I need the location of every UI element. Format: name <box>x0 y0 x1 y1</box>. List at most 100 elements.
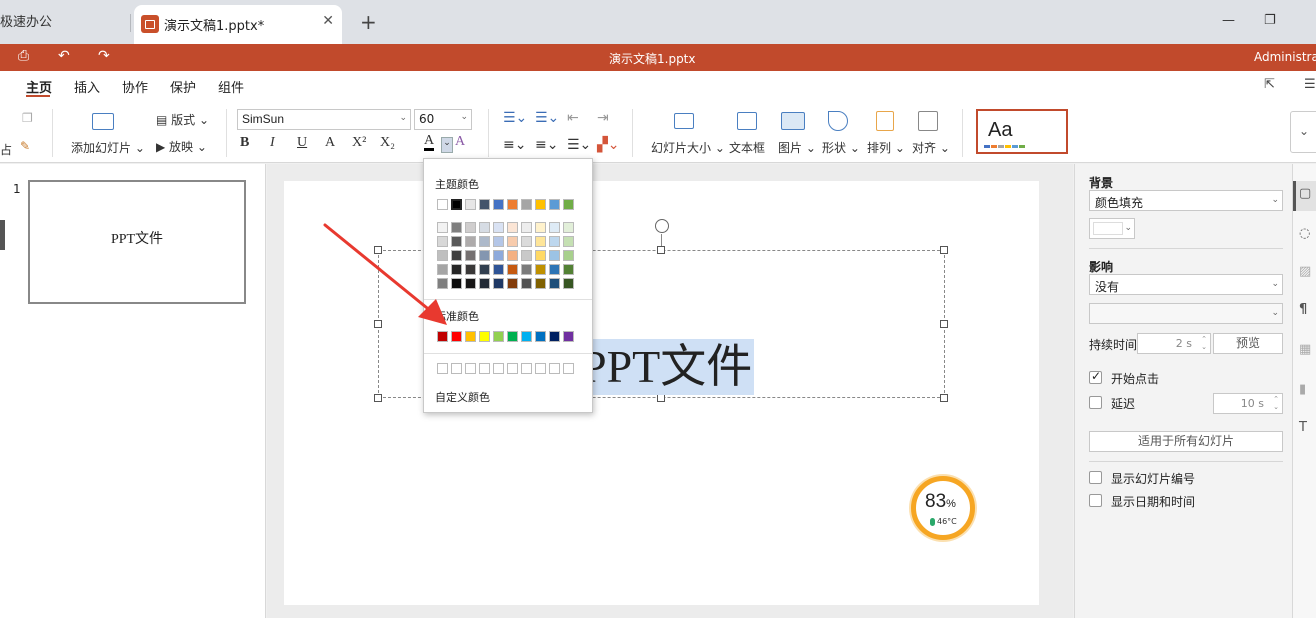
standard-color-swatch[interactable] <box>563 331 574 342</box>
theme-color-swatch[interactable] <box>507 199 518 210</box>
recent-color-swatch[interactable] <box>493 363 504 374</box>
theme-shade-swatch[interactable] <box>563 222 574 233</box>
effect-select[interactable]: 没有 ⌄ <box>1089 274 1283 295</box>
table-settings-icon[interactable]: ▦ <box>1299 342 1311 357</box>
theme-shade-swatch[interactable] <box>437 222 448 233</box>
recent-color-swatch[interactable] <box>437 363 448 374</box>
slide-size-button[interactable]: 幻灯片大小 ⌄ <box>651 139 725 156</box>
performance-gauge[interactable]: 83% 46°C <box>911 476 975 540</box>
standard-color-swatch[interactable] <box>535 331 546 342</box>
theme-color-swatch[interactable] <box>563 199 574 210</box>
menu-tab-protect[interactable]: 保护 <box>170 77 196 96</box>
theme-shade-swatch[interactable] <box>493 250 504 261</box>
theme-shade-swatch[interactable] <box>507 264 518 275</box>
theme-shade-swatch[interactable] <box>479 278 490 289</box>
theme-shade-swatch[interactable] <box>451 236 462 247</box>
theme-shade-swatch[interactable] <box>479 236 490 247</box>
theme-shade-swatch[interactable] <box>521 264 532 275</box>
theme-shade-swatch[interactable] <box>437 250 448 261</box>
theme-shade-swatch[interactable] <box>535 278 546 289</box>
theme-shade-swatch[interactable] <box>493 264 504 275</box>
paste-label[interactable]: 占 <box>0 141 12 158</box>
menu-tab-components[interactable]: 组件 <box>218 77 244 96</box>
background-color-picker[interactable]: ⌄ <box>1089 218 1135 239</box>
theme-shade-swatch[interactable] <box>549 264 560 275</box>
picture-button[interactable]: 图片 ⌄ <box>778 139 816 156</box>
fill-type-select[interactable]: 颜色填充 ⌄ <box>1089 190 1283 211</box>
font-color-icon[interactable]: A <box>424 134 435 151</box>
align-button[interactable]: 对齐 ⌄ <box>912 139 950 156</box>
preview-button[interactable]: 预览 <box>1213 333 1283 354</box>
play-button[interactable]: ▶ 放映 ⌄ <box>156 138 207 155</box>
theme-gallery-expand[interactable]: ⌄ <box>1290 111 1316 153</box>
theme-shade-swatch[interactable] <box>465 222 476 233</box>
theme-shade-swatch[interactable] <box>507 278 518 289</box>
undo-icon[interactable]: ↶ <box>58 48 70 64</box>
theme-shade-swatch[interactable] <box>507 222 518 233</box>
textbox-icon[interactable] <box>737 112 757 130</box>
textbox-button[interactable]: 文本框 <box>729 139 765 156</box>
shape-settings-icon[interactable]: ◌ <box>1299 226 1310 241</box>
theme-color-swatch[interactable] <box>479 199 490 210</box>
recent-color-swatch[interactable] <box>465 363 476 374</box>
theme-shade-swatch[interactable] <box>521 250 532 261</box>
start-on-click-checkbox[interactable] <box>1089 369 1102 384</box>
theme-shade-swatch[interactable] <box>563 278 574 289</box>
font-color-dropdown[interactable]: ⌄ <box>441 137 453 153</box>
theme-shade-swatch[interactable] <box>549 250 560 261</box>
theme-shade-swatch[interactable] <box>507 236 518 247</box>
theme-shade-swatch[interactable] <box>549 236 560 247</box>
theme-shade-swatch[interactable] <box>465 264 476 275</box>
align-text-icon[interactable]: ≡⌄ <box>503 137 526 153</box>
theme-shade-swatch[interactable] <box>563 264 574 275</box>
redo-icon[interactable]: ↷ <box>98 48 110 64</box>
subscript-button[interactable]: X₂ <box>380 135 395 151</box>
bullet-list-icon[interactable]: ☰⌄ <box>503 110 527 126</box>
theme-shade-swatch[interactable] <box>465 236 476 247</box>
numbered-list-icon[interactable]: ☰⌄ <box>535 110 559 126</box>
restore-icon[interactable]: ❐ <box>1264 13 1276 28</box>
arrange-button[interactable]: 排列 ⌄ <box>867 139 905 156</box>
standard-color-swatch[interactable] <box>451 331 462 342</box>
layout-button[interactable]: ▤ 版式 ⌄ <box>156 111 209 128</box>
superscript-button[interactable]: X² <box>352 135 366 151</box>
resize-handle[interactable] <box>657 246 665 254</box>
theme-shade-swatch[interactable] <box>493 236 504 247</box>
theme-shade-swatch[interactable] <box>521 236 532 247</box>
delay-stepper[interactable]: 10 s ⌃ ⌄ <box>1213 393 1283 414</box>
resize-handle[interactable] <box>940 394 948 402</box>
add-slide-icon[interactable] <box>92 113 114 130</box>
theme-shade-swatch[interactable] <box>535 236 546 247</box>
theme-shade-swatch[interactable] <box>563 236 574 247</box>
theme-shade-swatch[interactable] <box>437 236 448 247</box>
theme-shade-swatch[interactable] <box>479 222 490 233</box>
theme-shade-swatch[interactable] <box>507 250 518 261</box>
decrease-indent-icon[interactable]: ⇤ <box>567 110 579 126</box>
rotate-handle-icon[interactable] <box>655 219 669 233</box>
theme-color-swatch[interactable] <box>451 199 462 210</box>
column-icon[interactable]: ▞⌄ <box>597 137 620 153</box>
recent-color-swatch[interactable] <box>563 363 574 374</box>
vertical-align-icon[interactable]: ≡⌄ <box>535 137 558 153</box>
menu-tab-collaborate[interactable]: 协作 <box>122 77 148 96</box>
theme-shade-swatch[interactable] <box>521 222 532 233</box>
theme-shade-swatch[interactable] <box>549 222 560 233</box>
standard-color-swatch[interactable] <box>465 331 476 342</box>
theme-shade-swatch[interactable] <box>451 222 462 233</box>
picture-icon[interactable] <box>781 112 805 130</box>
recent-color-swatch[interactable] <box>507 363 518 374</box>
theme-color-swatch[interactable] <box>493 199 504 210</box>
menu-tab-home[interactable]: 主页 <box>26 77 52 96</box>
font-size-select[interactable]: 60 ⌄ <box>414 109 472 130</box>
print-icon[interactable]: ⎙ <box>18 48 29 64</box>
delay-checkbox[interactable] <box>1089 396 1102 409</box>
line-spacing-icon[interactable]: ☰⌄ <box>567 137 591 153</box>
font-name-select[interactable]: SimSun ⌄ <box>237 109 411 130</box>
theme-shade-swatch[interactable] <box>451 264 462 275</box>
theme-shade-swatch[interactable] <box>535 222 546 233</box>
theme-preview[interactable]: Aa <box>976 109 1068 154</box>
recent-color-swatch[interactable] <box>535 363 546 374</box>
add-slide-button[interactable]: 添加幻灯片 ⌄ <box>71 139 145 156</box>
recent-color-swatch[interactable] <box>451 363 462 374</box>
show-slide-number-checkbox[interactable] <box>1089 471 1102 484</box>
